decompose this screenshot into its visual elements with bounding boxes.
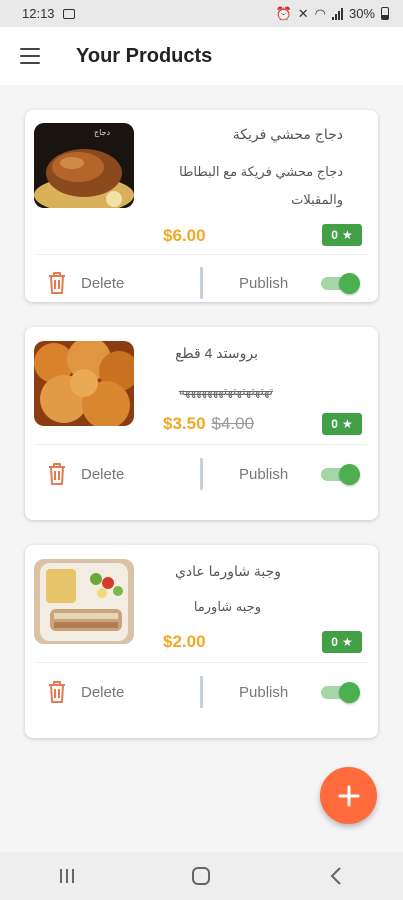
app-bar: Your Products	[0, 27, 403, 85]
delete-button[interactable]: Delete	[47, 271, 124, 295]
product-image: دجاج	[34, 123, 134, 208]
status-bar: 12:13 ⏰ ✕ ◠ 30%	[0, 0, 403, 27]
system-nav-bar	[0, 852, 403, 900]
battery-icon	[381, 7, 389, 20]
signal-icon	[331, 7, 343, 20]
back-icon	[330, 867, 341, 885]
home-button[interactable]	[181, 861, 221, 891]
product-card[interactable]: دجاج دجاج محشي فريكة دجاج محشي فريكة مع …	[25, 110, 378, 302]
menu-icon[interactable]	[20, 48, 40, 64]
status-time: 12:13	[22, 6, 55, 21]
page-title: Your Products	[76, 44, 213, 67]
mute-icon: ✕	[297, 5, 309, 21]
rating-value: 0	[331, 417, 338, 431]
rating-badge: 0 ★	[322, 631, 362, 653]
card-divider	[35, 662, 368, 663]
product-name: وجبة شاورما عادي	[174, 563, 281, 579]
star-icon: ★	[341, 417, 353, 431]
add-product-button[interactable]	[320, 767, 377, 824]
delete-label: Delete	[81, 465, 125, 483]
delete-label: Delete	[81, 683, 125, 701]
trash-icon	[49, 272, 65, 294]
card-actions: Delete Publish	[25, 258, 378, 308]
delete-button[interactable]: Delete	[47, 462, 124, 486]
svg-text:دجاج: دجاج	[94, 128, 111, 137]
product-name: بروستد 4 قطع	[175, 345, 258, 361]
trash-icon	[49, 463, 65, 485]
publish-label: Publish	[239, 274, 289, 292]
current-price: $3.50	[163, 414, 206, 433]
alarm-icon: ⏰	[275, 5, 292, 21]
product-image	[34, 559, 134, 644]
rating-value: 0	[331, 228, 338, 242]
product-image	[34, 341, 134, 426]
battery-percent: 30%	[348, 6, 375, 21]
wifi-icon: ◠	[314, 5, 326, 21]
recent-apps-button[interactable]	[47, 861, 87, 891]
old-price: $4.00	[211, 414, 255, 433]
card-divider	[35, 444, 368, 445]
publish-label: Publish	[239, 465, 289, 483]
publish-toggle[interactable]	[321, 682, 361, 703]
product-price: $6.00	[163, 226, 206, 246]
action-separator	[200, 458, 203, 490]
rating-badge: 0 ★	[322, 413, 362, 435]
rating-badge: 0 ★	[322, 224, 362, 246]
product-price: $2.00	[163, 632, 206, 652]
plus-icon	[338, 785, 359, 806]
delete-label: Delete	[81, 274, 125, 292]
recent-apps-icon	[60, 869, 75, 883]
rating-value: 0	[331, 635, 338, 649]
product-card[interactable]: وجبة شاورما عادي وجبه شاورما $2.00 0 ★ D…	[25, 545, 378, 738]
card-actions: Delete Publish	[25, 667, 378, 717]
trash-icon	[49, 681, 65, 703]
home-icon	[192, 867, 211, 885]
product-description: دجاج محشي فريكة مع البطاطا والمقبلات	[179, 164, 343, 207]
action-separator	[200, 267, 203, 299]
gallery-notification-icon	[62, 8, 75, 19]
product-price: $3.50 $4.00	[163, 414, 254, 434]
publish-toggle[interactable]	[321, 464, 361, 485]
product-description: تهتهتهتهتهتهههههههه	[178, 384, 273, 398]
card-actions: Delete Publish	[25, 449, 378, 499]
back-button[interactable]	[316, 861, 356, 891]
delete-button[interactable]: Delete	[47, 680, 124, 704]
product-card[interactable]: بروستد 4 قطع تهتهتهتهتهتهههههههه $3.50 $4…	[25, 327, 378, 520]
star-icon: ★	[341, 228, 353, 242]
current-price: $6.00	[163, 226, 206, 245]
card-divider	[35, 254, 368, 255]
product-description: وجبه شاورما	[193, 599, 261, 614]
product-name: دجاج محشي فريكة	[232, 126, 343, 142]
publish-toggle[interactable]	[321, 273, 361, 294]
current-price: $2.00	[163, 632, 206, 651]
action-separator	[200, 676, 203, 708]
star-icon: ★	[341, 635, 353, 649]
publish-label: Publish	[239, 683, 289, 701]
